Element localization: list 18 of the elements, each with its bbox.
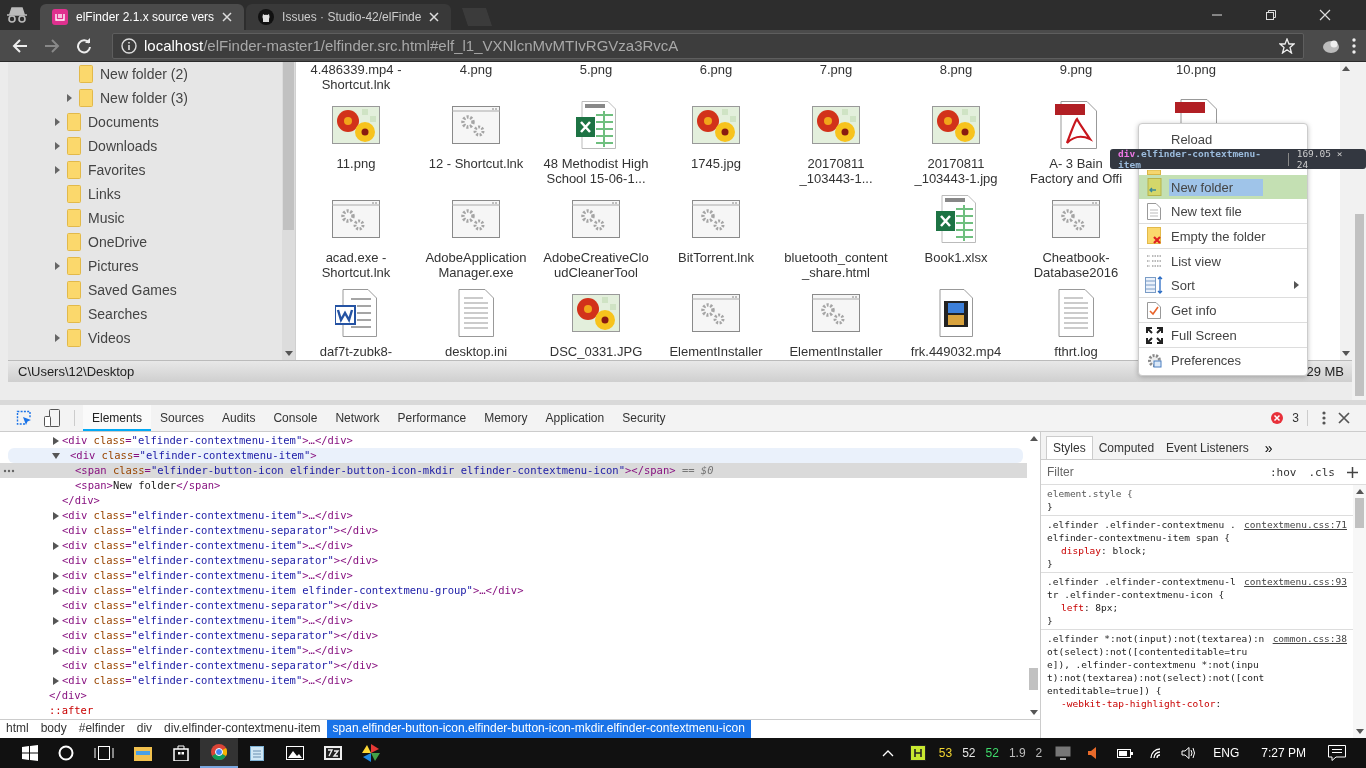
tray-stat: 52 [962, 746, 976, 760]
dom-code-line: </div> [62, 493, 100, 508]
current-path: C\Users\12\Desktop [18, 364, 135, 379]
tray-stat: 53 [938, 746, 953, 760]
css-selector: .elfinder *:not(input):not(textarea):not(select):not([contenteditable=true]), .elfinder-contextmenu *:not(input):not(textarea):not(select):not([contenteditable=true]) { [1047, 632, 1265, 697]
closing-brace: } [1047, 557, 1054, 570]
tray-stat: 1.9 [1008, 746, 1026, 760]
css-selector: element.style { [1047, 487, 1134, 500]
dom-code-line: ::after [49, 703, 94, 718]
inspect-tooltip: div.elfinder-contextmenu-item 169.05 × 24 [1110, 149, 1366, 169]
css-selector: .elfinder .elfinder-contextmenu .elfinder-contextmenu-item span { [1047, 518, 1237, 544]
closing-brace: } [1047, 500, 1054, 513]
tray-stat: 52 [985, 746, 999, 760]
dom-code-line: </div> [49, 688, 87, 703]
closing-brace: } [1047, 614, 1054, 627]
folder-size: 29 MB [1306, 364, 1344, 379]
tray-stat: 2 [1035, 746, 1043, 760]
css-selector: .elfinder .elfinder-contextmenu-ltr .elfinder-contextmenu-icon { [1047, 575, 1237, 601]
